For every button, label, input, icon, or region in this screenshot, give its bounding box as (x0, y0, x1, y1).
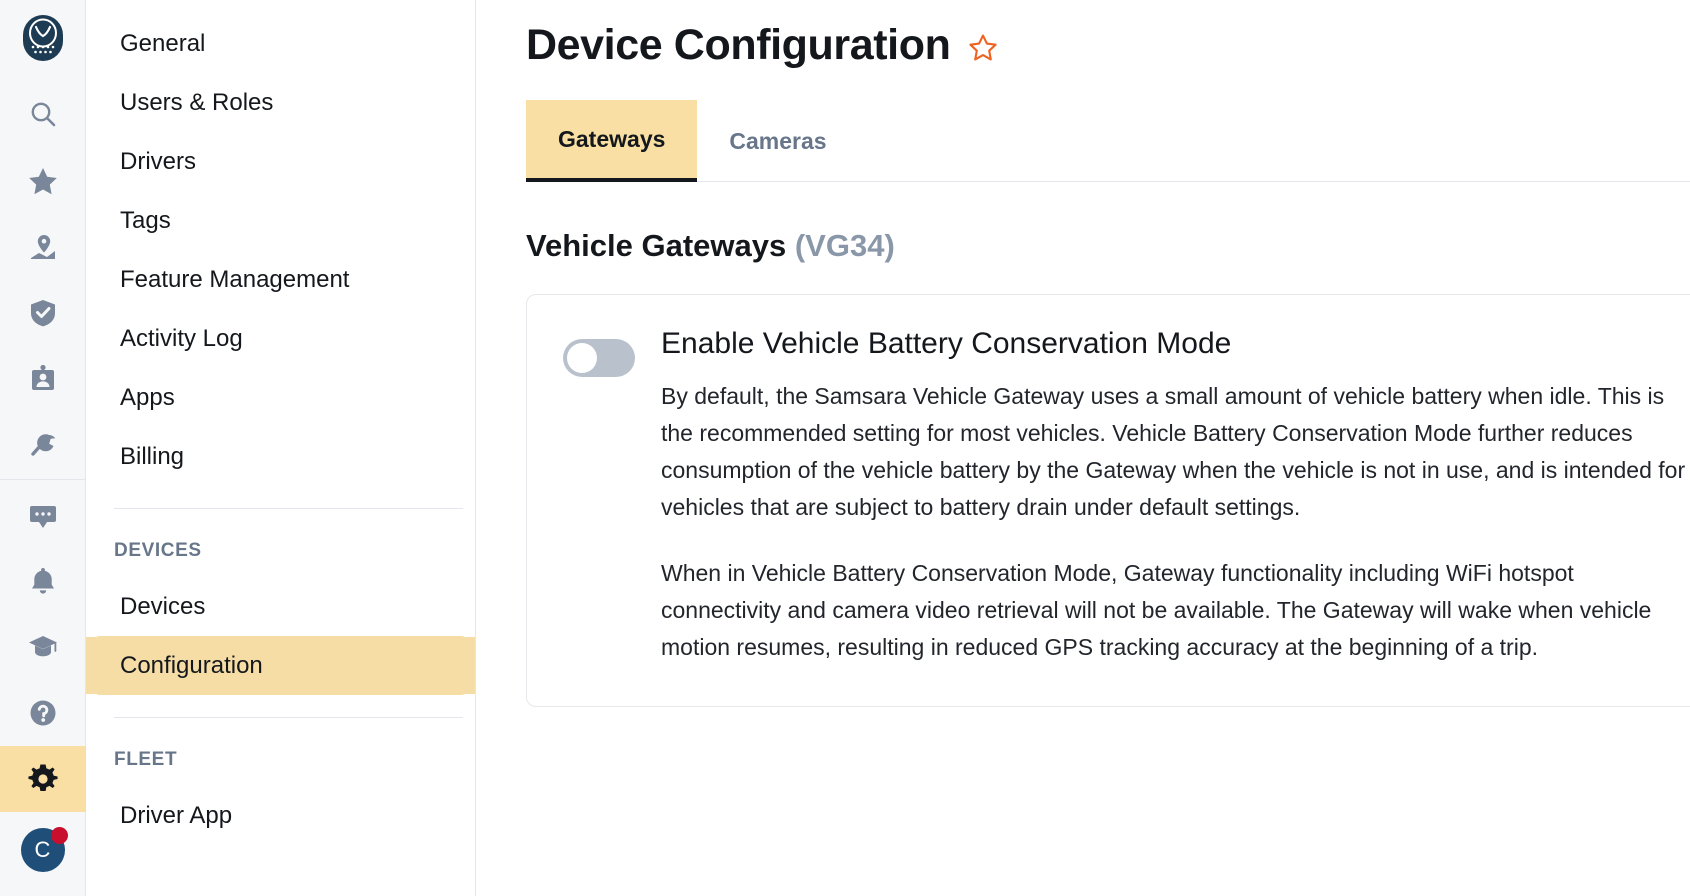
sidebar-group-fleet: FLEET (114, 749, 178, 770)
setting-paragraph-1: By default, the Samsara Vehicle Gateway … (661, 382, 1686, 521)
avatar-circle: C (20, 827, 68, 872)
sidebar-item-tags[interactable]: Tags (92, 191, 469, 250)
sidebar-item-drivers[interactable]: Drivers (92, 132, 469, 191)
sidebar-item-feature-management[interactable]: Feature Management (92, 250, 469, 309)
setting-card: Enable Vehicle Battery Conservation Mode… (526, 294, 1690, 708)
section-model: (VG34) (794, 228, 895, 263)
setting-card-body: Enable Vehicle Battery Conservation Mode… (661, 327, 1690, 666)
sidebar-item-general[interactable]: General (92, 14, 469, 73)
page-header: Device Configuration (526, 0, 1690, 72)
setting-paragraph-2: When in Vehicle Battery Conservation Mod… (661, 559, 1652, 661)
search-icon[interactable] (0, 82, 86, 148)
sidebar-item-users-roles[interactable]: Users & Roles (92, 73, 469, 132)
setting-title: Enable Vehicle Battery Conservation Mode (661, 327, 1232, 360)
sidebar-item-activity-log[interactable]: Activity Log (92, 309, 469, 368)
id-badge-icon[interactable] (0, 346, 86, 412)
samsara-owl-logo[interactable] (0, 10, 86, 66)
tab-cameras[interactable]: Cameras (697, 100, 858, 182)
chat-icon[interactable] (0, 482, 86, 548)
graduation-cap-icon[interactable] (0, 614, 86, 680)
star-icon[interactable] (0, 148, 86, 214)
page-title: Device Configuration (526, 20, 951, 69)
section-heading: Vehicle Gateways (VG34) (526, 228, 1690, 264)
rail-divider (0, 479, 86, 480)
avatar[interactable]: C (0, 812, 86, 888)
sidebar-divider-1 (114, 508, 463, 509)
toggle-knob (567, 343, 597, 373)
star-outline-icon[interactable] (968, 33, 998, 63)
battery-conservation-toggle[interactable] (563, 339, 635, 377)
sidebar-divider-2 (114, 717, 463, 718)
notification-badge-icon (50, 827, 68, 844)
tab-gateways[interactable]: Gateways (526, 100, 698, 182)
icon-rail: C (0, 0, 86, 896)
map-pin-icon[interactable] (0, 214, 86, 280)
sidebar-item-configuration[interactable]: Configuration (92, 636, 469, 695)
gear-icon[interactable] (0, 746, 86, 812)
tab-bar: Gateways Cameras (526, 98, 1690, 182)
main-content: Device Configuration Gateways Cameras Ve… (476, 0, 1690, 896)
sidebar-group-devices: DEVICES (114, 540, 202, 561)
shield-check-icon[interactable] (0, 280, 86, 346)
avatar-initial: C (34, 837, 51, 862)
app-root: C General Users & Roles Drivers Tags Fea… (0, 0, 1690, 896)
sidebar-item-billing[interactable]: Billing (92, 427, 469, 486)
section-title: Vehicle Gateways (526, 228, 787, 263)
sidebar-item-driver-app[interactable]: Driver App (92, 786, 469, 845)
settings-sidebar: General Users & Roles Drivers Tags Featu… (86, 0, 476, 896)
bell-icon[interactable] (0, 548, 86, 614)
help-circle-icon[interactable] (0, 680, 86, 746)
wrench-icon[interactable] (0, 412, 86, 478)
sidebar-item-devices[interactable]: Devices (92, 577, 469, 636)
sidebar-item-apps[interactable]: Apps (92, 368, 469, 427)
